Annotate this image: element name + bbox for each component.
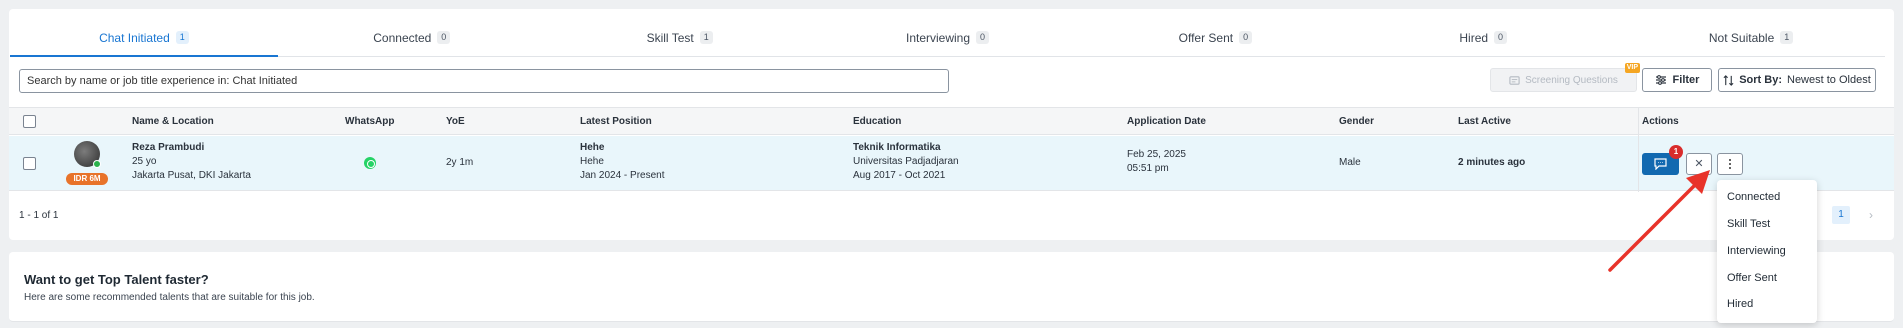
sort-icon bbox=[1723, 74, 1734, 86]
edu-major: Teknik Informatika bbox=[853, 142, 941, 153]
page-button-current[interactable]: 1 bbox=[1832, 206, 1850, 224]
unread-badge: 1 bbox=[1669, 145, 1683, 159]
education: Teknik Informatika Universitas Padjadjar… bbox=[853, 141, 959, 183]
col-latest-position: Latest Position bbox=[580, 116, 652, 127]
candidate-gender: Male bbox=[1339, 157, 1361, 168]
more-vertical-icon bbox=[1729, 159, 1731, 161]
tab-count: 1 bbox=[699, 31, 713, 44]
more-actions-button[interactable] bbox=[1717, 153, 1743, 175]
tab-label: Interviewing bbox=[905, 31, 971, 45]
row-checkbox[interactable] bbox=[23, 157, 36, 170]
candidate-age: 25 yo bbox=[132, 156, 157, 167]
last-active-value: 2 minutes ago bbox=[1458, 157, 1526, 168]
chevron-right-icon[interactable]: › bbox=[1862, 206, 1880, 224]
menu-item-skill-test[interactable]: Skill Test bbox=[1727, 218, 1770, 230]
tab-skill-test[interactable]: Skill Test 1 bbox=[546, 19, 814, 56]
candidate-info: Reza Prambudi 25 yo Jakarta Pusat, DKI J… bbox=[132, 141, 251, 183]
application-date: Feb 25, 2025 05:51 pm bbox=[1127, 148, 1186, 176]
col-yoe: YoE bbox=[446, 116, 465, 127]
filter-icon bbox=[1655, 75, 1666, 85]
candidate-location: Jakarta Pusat, DKI Jakarta bbox=[132, 170, 251, 181]
menu-item-hired[interactable]: Hired bbox=[1727, 298, 1753, 310]
online-status-icon bbox=[93, 160, 101, 168]
tab-count: 1 bbox=[1780, 31, 1794, 44]
position-period: Jan 2024 - Present bbox=[580, 170, 665, 181]
menu-item-offer-sent[interactable]: Offer Sent bbox=[1727, 272, 1777, 284]
tab-hired[interactable]: Hired 0 bbox=[1349, 19, 1617, 56]
position-title: Hehe bbox=[580, 142, 605, 153]
tab-offer-sent[interactable]: Offer Sent 0 bbox=[1081, 19, 1349, 56]
status-tabs: Chat Initiated 1 Connected 0 Skill Test 1 I… bbox=[10, 19, 1885, 57]
tab-label: Not Suitable bbox=[1708, 31, 1775, 45]
col-last-active: Last Active bbox=[1458, 116, 1511, 127]
whatsapp-icon[interactable] bbox=[364, 157, 376, 169]
col-application-date: Application Date bbox=[1127, 116, 1206, 127]
col-gender: Gender bbox=[1339, 116, 1375, 127]
col-actions: Actions bbox=[1642, 116, 1679, 127]
candidate-name[interactable]: Reza Prambudi bbox=[132, 142, 204, 153]
tab-connected[interactable]: Connected 0 bbox=[278, 19, 546, 56]
recommendation-title: Want to get Top Talent faster? bbox=[24, 272, 209, 287]
tab-label: Connected bbox=[373, 31, 432, 45]
latest-position: Hehe Hehe Jan 2024 - Present bbox=[580, 141, 665, 183]
vip-badge: VIP bbox=[1624, 63, 1640, 73]
tab-count: 0 bbox=[1494, 31, 1508, 44]
edu-school: Universitas Padjadjaran bbox=[853, 156, 959, 167]
col-whatsapp: WhatsApp bbox=[345, 116, 395, 127]
tab-label: Chat Initiated bbox=[99, 31, 170, 45]
menu-item-interviewing[interactable]: Interviewing bbox=[1727, 245, 1786, 257]
tab-not-suitable[interactable]: Not Suitable 1 bbox=[1617, 19, 1885, 56]
position-company: Hehe bbox=[580, 156, 604, 167]
tab-count: 0 bbox=[976, 31, 990, 44]
tab-label: Offer Sent bbox=[1178, 31, 1234, 45]
screening-questions-button[interactable]: Screening Questions VIP bbox=[1490, 63, 1640, 92]
filter-button[interactable]: Filter bbox=[1642, 68, 1712, 92]
tab-label: Skill Test bbox=[646, 31, 694, 45]
pagination-summary: 1 - 1 of 1 bbox=[19, 210, 59, 221]
search-input[interactable]: Search by name or job title experience i… bbox=[19, 69, 949, 93]
sort-prefix: Sort By: bbox=[1739, 74, 1782, 86]
move-status-menu: Connected Skill Test Interviewing Offer … bbox=[1717, 180, 1817, 323]
table-header: Name & Location WhatsApp YoE Latest Posi… bbox=[9, 107, 1894, 192]
sort-button[interactable]: Sort By: Newest to Oldest bbox=[1718, 68, 1876, 92]
tab-label: Hired bbox=[1459, 31, 1489, 45]
col-education: Education bbox=[853, 116, 902, 127]
screening-label: Screening Questions bbox=[1525, 74, 1618, 86]
filter-label: Filter bbox=[1672, 74, 1700, 86]
tab-interviewing[interactable]: Interviewing 0 bbox=[814, 19, 1082, 56]
select-all-checkbox[interactable] bbox=[23, 115, 36, 128]
annotation-arrow bbox=[1608, 170, 1710, 272]
tab-count: 0 bbox=[437, 31, 451, 44]
question-list-icon bbox=[1509, 75, 1520, 85]
sort-value: Newest to Oldest bbox=[1787, 74, 1871, 86]
tab-count: 0 bbox=[1239, 31, 1253, 44]
salary-badge: IDR 6M bbox=[66, 173, 108, 185]
tab-count: 1 bbox=[175, 31, 189, 44]
app-time: 05:51 pm bbox=[1127, 163, 1169, 174]
menu-item-connected[interactable]: Connected bbox=[1727, 191, 1780, 203]
recommendation-subtitle: Here are some recommended talents that a… bbox=[24, 292, 315, 303]
tab-chat-initiated[interactable]: Chat Initiated 1 bbox=[10, 19, 278, 57]
edu-period: Aug 2017 - Oct 2021 bbox=[853, 170, 946, 181]
candidate-yoe: 2y 1m bbox=[446, 157, 474, 168]
col-name-location: Name & Location bbox=[132, 116, 214, 127]
app-date: Feb 25, 2025 bbox=[1127, 149, 1186, 160]
last-active: 2 minutes ago bbox=[1458, 156, 1525, 170]
